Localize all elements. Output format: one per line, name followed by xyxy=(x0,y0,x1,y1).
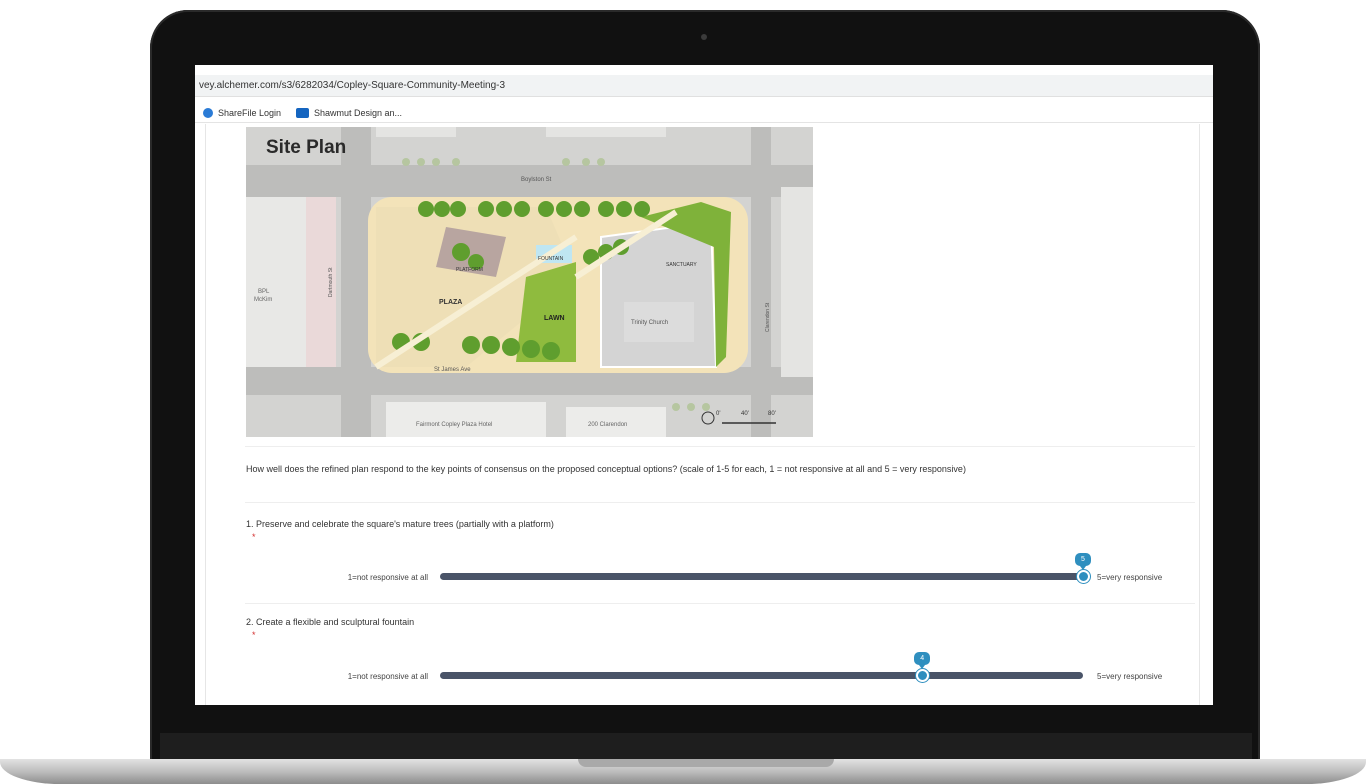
required-asterisk: * xyxy=(252,630,256,640)
map-label-sanctuary: SANCTUARY xyxy=(666,262,697,268)
outlook-icon xyxy=(296,108,309,118)
map-label-mckim: McKim xyxy=(254,297,273,303)
slider-1-max-label: 5=very responsive xyxy=(1097,573,1163,582)
divider xyxy=(245,446,1195,447)
map-label-bpl: BPL xyxy=(258,289,270,295)
bookmark-label: ShareFile Login xyxy=(218,108,282,118)
slider-2-track[interactable] xyxy=(440,672,1083,679)
map-label-st-james: St James Ave xyxy=(434,367,471,373)
scale-label-80: 80' xyxy=(768,411,776,417)
map-label-platform: PLATFORM xyxy=(456,267,483,273)
divider xyxy=(245,502,1195,503)
survey-question-text: How well does the refined plan respond t… xyxy=(246,464,966,474)
slider-2-max-label: 5=very responsive xyxy=(1097,672,1163,681)
scale-label-40: 40' xyxy=(741,411,749,417)
map-label-dartmouth: Dartmouth St xyxy=(328,267,334,297)
sharefile-icon xyxy=(203,108,213,118)
bookmark-label: Shawmut Design an... xyxy=(314,108,403,118)
site-plan-title: Site Plan xyxy=(266,137,347,158)
bookmarks-bar: ShareFile Login Shawmut Design an... xyxy=(195,101,1213,123)
slider-1-min-label: 1=not responsive at all xyxy=(347,573,428,582)
divider xyxy=(245,603,1195,604)
site-plan-image: Site Plan Boylston St PLATFORM FOUNTAIN … xyxy=(246,127,813,437)
laptop-bottom-bezel xyxy=(160,733,1252,759)
bookmark-shawmut[interactable]: Shawmut Design an... xyxy=(296,106,402,120)
map-label-200-clarendon: 200 Clarendon xyxy=(588,422,628,428)
slider-1-value-tooltip: 5 xyxy=(1075,553,1091,570)
slider-1-track[interactable] xyxy=(440,573,1083,580)
slider-2-value-tooltip: 4 xyxy=(914,652,931,669)
scale-label-0: 0' xyxy=(716,411,721,417)
slider-1-thumb[interactable] xyxy=(1076,570,1090,583)
required-asterisk: * xyxy=(252,532,256,542)
slider-2-min-label: 1=not responsive at all xyxy=(347,672,428,681)
laptop-base-notch xyxy=(578,759,834,767)
url-text[interactable]: vey.alchemer.com/s3/6282034/Copley-Squar… xyxy=(199,80,505,91)
map-label-trinity-church: Trinity Church xyxy=(631,320,669,326)
map-label-fairmont: Fairmont Copley Plaza Hotel xyxy=(416,422,493,428)
map-label-clarendon: Clarendon St xyxy=(765,302,771,332)
map-label-fountain: FOUNTAIN xyxy=(538,256,564,262)
question-2-label: 2. Create a flexible and sculptural foun… xyxy=(246,617,415,627)
slider-2-thumb[interactable] xyxy=(915,669,929,682)
address-bar[interactable]: vey.alchemer.com/s3/6282034/Copley-Squar… xyxy=(195,75,1213,97)
map-label-boylston: Boylston St xyxy=(521,177,552,183)
map-label-lawn: LAWN xyxy=(544,315,565,322)
question-1-label: 1. Preserve and celebrate the square's m… xyxy=(246,519,554,529)
bookmark-sharefile[interactable]: ShareFile Login xyxy=(203,106,281,120)
camera-dot xyxy=(701,34,707,40)
map-label-plaza: PLAZA xyxy=(439,299,463,306)
